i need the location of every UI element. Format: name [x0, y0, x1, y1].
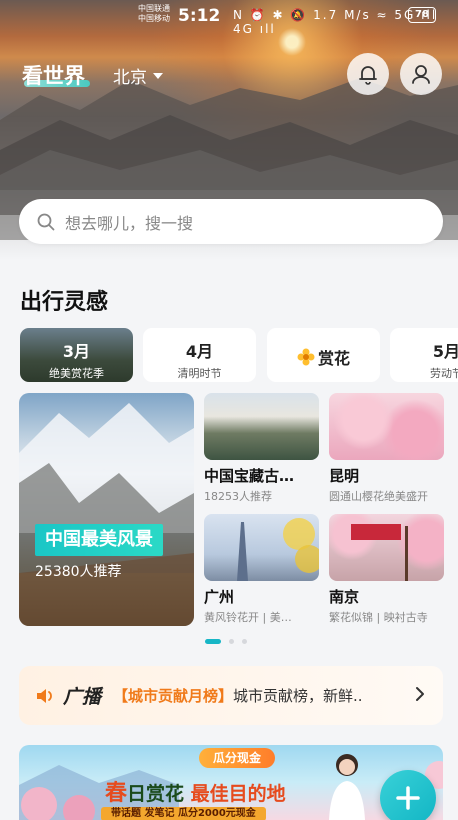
flower-icon: [297, 348, 315, 366]
carousel-indicator: [205, 639, 247, 644]
indicator-dot: [229, 639, 234, 644]
place-image: [204, 514, 319, 581]
indicator-dot-active: [205, 639, 221, 644]
place-subtitle: 18253人推荐: [204, 490, 272, 503]
place-subtitle: 黄风铃花开 | 美…: [204, 611, 292, 624]
banner-headline-a: 春: [105, 781, 128, 806]
battery-icon: 78: [408, 7, 436, 23]
search-placeholder: 想去哪儿，搜一搜: [65, 213, 194, 233]
carrier-2: 中国移动: [138, 14, 170, 23]
chip-label: 4月: [185, 342, 214, 361]
chip-sublabel: 劳动节: [430, 367, 458, 380]
broadcast-bar[interactable]: 广播 【城市贡献月榜】 城市贡献榜，新鲜..: [19, 666, 443, 725]
carrier-1: 中国联通: [138, 4, 170, 13]
search-bar[interactable]: 想去哪儿，搜一搜: [19, 199, 443, 244]
indicator-dot: [242, 639, 247, 644]
banner-strip: 带话题 发笔记 瓜分2000元现金: [101, 807, 266, 820]
section-title: 出行灵感: [20, 290, 109, 315]
chip-label: 3月: [62, 342, 91, 361]
page-title: 看世界: [22, 64, 85, 88]
place-subtitle: 繁花似锦 | 映衬古寺: [329, 611, 428, 624]
user-icon: [412, 65, 430, 84]
clock: 5:12: [178, 6, 221, 26]
banner-person-image: [329, 754, 365, 820]
search-icon: [37, 213, 55, 230]
chip-flowers[interactable]: 赏花: [267, 328, 380, 382]
banner-headline-b: 日赏花: [127, 783, 185, 805]
city-label: 北京: [113, 68, 147, 88]
city-selector[interactable]: 北京: [113, 63, 163, 88]
place-name: 广州: [204, 588, 235, 606]
plus-icon: [396, 786, 420, 810]
status-bar: 中国联通 中国移动 5:12 N ⏰ ✱ 🔕 1.7 M/s ≈ 5G ıll …: [0, 0, 458, 36]
chip-label: 5月: [432, 342, 458, 361]
profile-button[interactable]: [400, 53, 442, 95]
broadcast-label: 广播: [63, 686, 102, 708]
chip-sublabel: 绝美赏花季: [49, 367, 104, 380]
tower-image: [237, 518, 319, 581]
feature-card[interactable]: 中国最美风景 25380人推荐: [19, 393, 194, 626]
caret-down-icon: [153, 72, 163, 79]
place-card[interactable]: 南京 繁花似锦 | 映衬古寺: [329, 514, 444, 625]
place-image: [204, 393, 319, 460]
notification-button[interactable]: [347, 53, 389, 95]
banner-headline-c: 最佳目的地: [190, 783, 286, 805]
chip-april[interactable]: 4月 清明时节: [143, 328, 256, 382]
banner-headline: 春日赏花 最佳目的地: [105, 775, 286, 807]
place-image: [329, 514, 444, 581]
place-name: 中国宝藏古…: [204, 467, 295, 485]
month-chips: 3月 绝美赏花季 4月 清明时节 赏花 5月 劳动节: [20, 328, 458, 382]
place-card[interactable]: 昆明 圆通山樱花绝美盛开: [329, 393, 444, 504]
bell-icon: [359, 66, 377, 85]
chip-may[interactable]: 5月 劳动节: [390, 328, 458, 382]
snow-mountain-image: [19, 403, 194, 626]
broadcast-text: 城市贡献榜，新鲜..: [233, 687, 363, 705]
place-card[interactable]: 中国宝藏古… 18253人推荐: [204, 393, 319, 504]
add-post-button[interactable]: [380, 770, 436, 820]
place-subtitle: 圆通山樱花绝美盛开: [329, 490, 428, 503]
carrier-labels: 中国联通 中国移动: [138, 4, 170, 24]
chip-label: 赏花: [317, 349, 350, 368]
chip-sublabel: 清明时节: [177, 367, 222, 380]
place-card[interactable]: 广州 黄风铃花开 | 美…: [204, 514, 319, 625]
place-image: [329, 393, 444, 460]
feature-tag: 中国最美风景: [35, 524, 163, 556]
chip-march[interactable]: 3月 绝美赏花季: [20, 328, 133, 382]
place-name: 昆明: [329, 467, 360, 485]
broadcast-highlight: 【城市贡献月榜】: [113, 687, 234, 705]
speaker-icon: [37, 688, 52, 703]
promo-banner[interactable]: 瓜分现金 春日赏花 最佳目的地 带话题 发笔记 瓜分2000元现金: [19, 745, 443, 820]
signpost-image: [351, 524, 408, 581]
chevron-right-icon: [416, 687, 424, 701]
place-name: 南京: [329, 588, 360, 606]
banner-pill: 瓜分现金: [199, 748, 276, 768]
feature-count: 25380人推荐: [35, 564, 122, 580]
